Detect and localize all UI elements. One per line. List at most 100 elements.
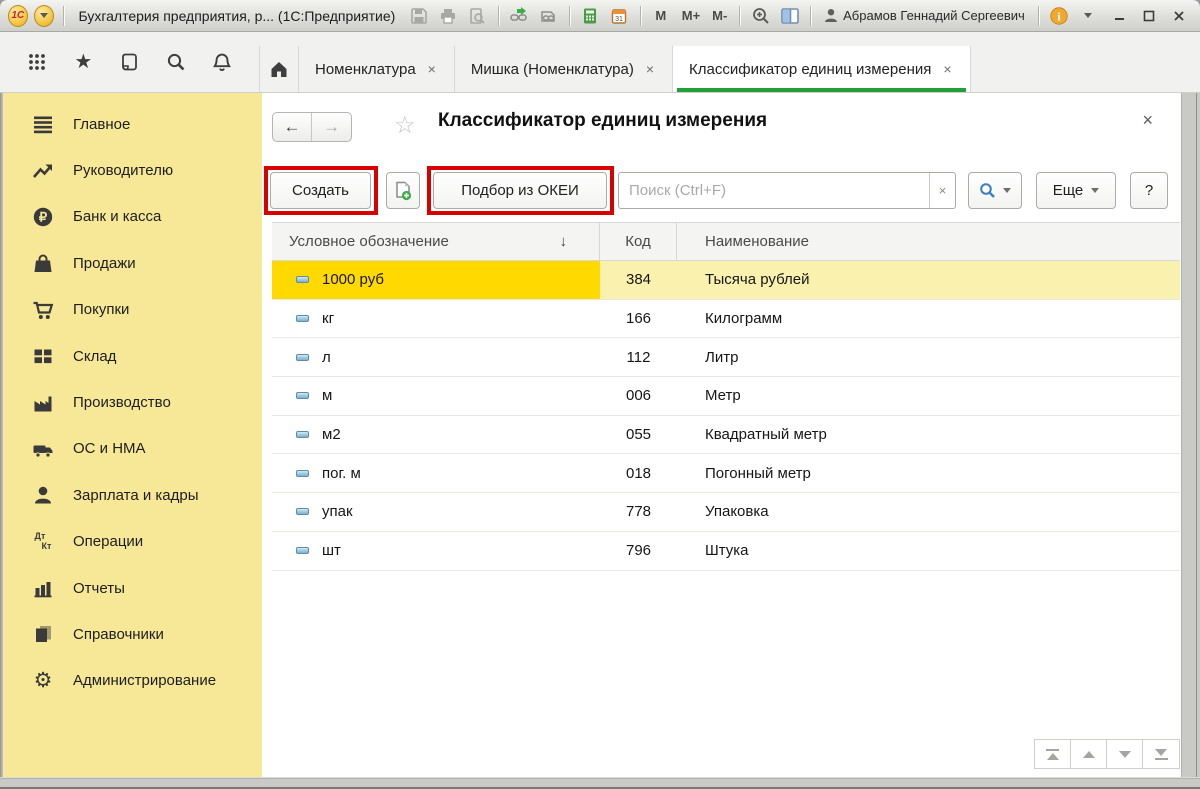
item-marker-icon: [296, 547, 309, 554]
svg-text:₽: ₽: [39, 209, 48, 224]
sidebar-item-sklad[interactable]: Склад: [3, 333, 262, 379]
tab-classifier-units[interactable]: Классификатор единиц измерения ×: [673, 46, 971, 92]
column-header-name[interactable]: Наименование: [677, 223, 1180, 260]
print-icon[interactable]: [436, 5, 459, 27]
current-user[interactable]: Абрамов Геннадий Сергеевич: [824, 8, 1025, 23]
forward-button[interactable]: →: [312, 113, 351, 141]
item-marker-icon: [296, 354, 309, 361]
sidebar-item-rukovoditelyu[interactable]: Руководителю: [3, 147, 262, 193]
sidebar-item-otchety[interactable]: Отчеты: [3, 565, 262, 611]
item-marker-icon: [296, 315, 309, 322]
user-name: Абрамов Геннадий Сергеевич: [843, 8, 1025, 23]
favorite-star-icon[interactable]: ☆: [394, 111, 416, 140]
table-row[interactable]: 1000 руб 384 Тысяча рублей: [272, 261, 1180, 300]
factory-icon: [31, 391, 55, 415]
sidebar-item-administrirovanie[interactable]: ⚙ Администрирование: [3, 658, 262, 704]
chevron-down-icon: [1003, 188, 1011, 193]
sort-descending-icon[interactable]: ↓: [560, 233, 568, 250]
search-icon[interactable]: [159, 45, 193, 79]
tab-bar: ★ Номенклатура × Мишка (Номенклатура) × …: [0, 32, 1200, 93]
sidebar-item-os-i-nma[interactable]: ОС и НМА: [3, 426, 262, 472]
home-icon: [269, 59, 289, 79]
tab-home[interactable]: [259, 46, 299, 92]
sections-menu-icon[interactable]: [20, 45, 54, 79]
item-marker-icon: [296, 508, 309, 515]
tab-nomenklatura[interactable]: Номенклатура ×: [299, 46, 455, 92]
table-header: Условное обозначение ↓ Код Наименование: [272, 222, 1180, 261]
memory-plus-button[interactable]: M+: [678, 8, 702, 23]
column-header-symbol[interactable]: Условное обозначение ↓: [272, 223, 600, 260]
create-button[interactable]: Создать: [270, 172, 371, 209]
main-menu-dropdown-button[interactable]: [34, 5, 54, 27]
magnifier-icon: [979, 182, 996, 199]
go-first-button[interactable]: [1035, 740, 1071, 768]
separator: [63, 6, 64, 26]
table-row[interactable]: м2 055 Квадратный метр: [272, 416, 1180, 455]
tab-close-icon[interactable]: ×: [426, 61, 438, 77]
column-header-code[interactable]: Код: [600, 223, 677, 260]
title-bar: 1С Бухгалтерия предприятия, р... (1С:Пре…: [0, 0, 1200, 32]
search-options-button[interactable]: [968, 172, 1022, 209]
favorites-star-icon[interactable]: ★: [66, 45, 100, 79]
form-close-icon[interactable]: ×: [1142, 111, 1153, 129]
logo-text: 1С: [11, 10, 24, 21]
back-button[interactable]: ←: [273, 113, 312, 141]
table-row[interactable]: кг 166 Килограмм: [272, 300, 1180, 339]
sections-sidebar: Главное Руководителю ₽ Банк и касса Прод…: [3, 93, 262, 778]
sidebar-item-glavnoe[interactable]: Главное: [3, 101, 262, 147]
copy-item-button[interactable]: [386, 172, 420, 209]
memory-minus-button[interactable]: M-: [708, 8, 730, 23]
chevron-down-icon: [1091, 188, 1099, 193]
trend-chart-icon: [31, 159, 55, 183]
pick-from-okei-button[interactable]: Подбор из ОКЕИ: [433, 172, 607, 209]
go-next-button[interactable]: [1107, 740, 1143, 768]
tab-mishka[interactable]: Мишка (Номенклатура) ×: [455, 46, 673, 92]
go-to-link-icon[interactable]: [508, 5, 531, 27]
history-icon[interactable]: [112, 45, 146, 79]
help-button[interactable]: ?: [1130, 172, 1168, 209]
ruble-coin-icon: ₽: [31, 205, 55, 229]
search-input[interactable]: [619, 173, 929, 208]
info-dropdown-chevron-icon[interactable]: [1077, 5, 1100, 27]
calendar-day-text: 31: [615, 16, 623, 23]
get-link-icon[interactable]: [537, 5, 560, 27]
window-frame-right: [1181, 93, 1200, 789]
save-icon[interactable]: [407, 5, 430, 27]
calculator-icon[interactable]: [579, 5, 602, 27]
close-window-button[interactable]: [1166, 6, 1192, 26]
print-preview-icon[interactable]: [466, 5, 489, 27]
shopping-bag-icon: [31, 251, 55, 275]
more-button[interactable]: Еще: [1036, 172, 1116, 209]
notifications-bell-icon[interactable]: [205, 45, 239, 79]
table-row[interactable]: пог. м 018 Погонный метр: [272, 454, 1180, 493]
item-marker-icon: [296, 392, 309, 399]
table-row[interactable]: л 112 Литр: [272, 338, 1180, 377]
split-window-icon[interactable]: [778, 5, 801, 27]
zoom-in-icon[interactable]: [749, 5, 772, 27]
sidebar-item-operacii[interactable]: ДтКт Операции: [3, 519, 262, 565]
table-row[interactable]: упак 778 Упаковка: [272, 493, 1180, 532]
info-icon[interactable]: i: [1048, 5, 1071, 27]
sidebar-item-zarplata-i-kadry[interactable]: Зарплата и кадры: [3, 472, 262, 518]
separator: [569, 6, 570, 26]
sidebar-item-pokupki[interactable]: Покупки: [3, 287, 262, 333]
go-last-button[interactable]: [1143, 740, 1179, 768]
table-row[interactable]: шт 796 Штука: [272, 532, 1180, 571]
calendar-icon[interactable]: 31: [608, 5, 631, 27]
table-row[interactable]: м 006 Метр: [272, 377, 1180, 416]
sidebar-item-proizvodstvo[interactable]: Производство: [3, 379, 262, 425]
maximize-button[interactable]: [1136, 6, 1162, 26]
sidebar-item-spravochniki[interactable]: Справочники: [3, 611, 262, 657]
go-previous-button[interactable]: [1071, 740, 1107, 768]
tab-close-icon[interactable]: ×: [941, 61, 953, 77]
tab-close-icon[interactable]: ×: [644, 61, 656, 77]
search-clear-icon[interactable]: ×: [929, 173, 955, 208]
separator: [739, 6, 740, 26]
sidebar-item-bank-i-kassa[interactable]: ₽ Банк и касса: [3, 194, 262, 240]
menu-lines-icon: [31, 112, 55, 136]
go-first-icon: [1047, 753, 1059, 760]
minimize-button[interactable]: [1106, 6, 1132, 26]
shopping-cart-icon: [31, 298, 55, 322]
memory-button[interactable]: M: [650, 8, 672, 23]
sidebar-item-prodazhi[interactable]: Продажи: [3, 240, 262, 286]
